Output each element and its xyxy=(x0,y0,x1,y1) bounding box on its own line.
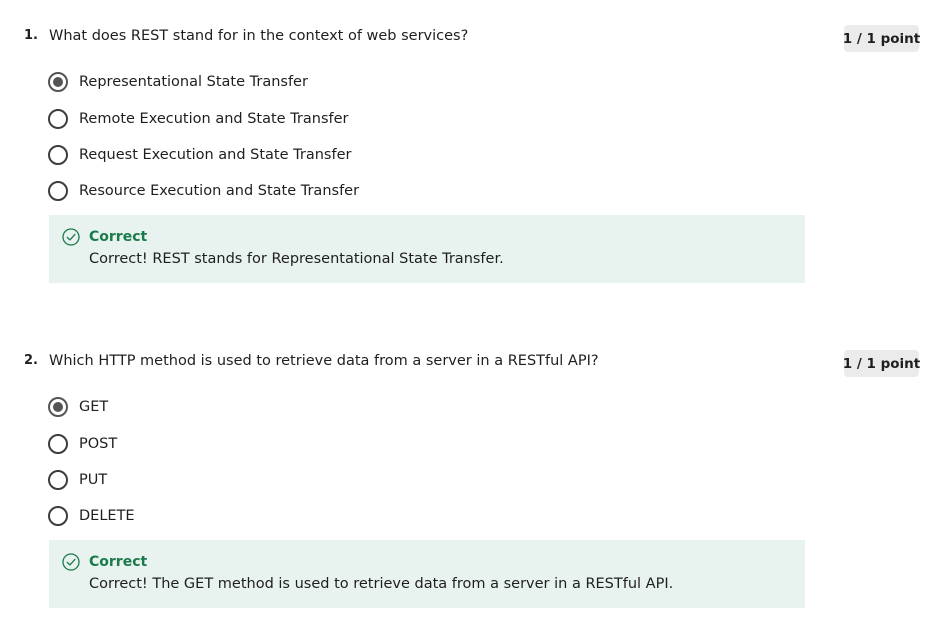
points-label: 1 / 1 point xyxy=(842,30,921,47)
radio-dot xyxy=(53,402,63,412)
radio-button[interactable] xyxy=(48,434,68,454)
feedback-message: Correct! REST stands for Representationa… xyxy=(89,251,504,267)
answer-option[interactable]: GET xyxy=(48,396,108,418)
check-circle-icon xyxy=(62,228,80,246)
feedback-panel: Correct Correct! The GET method is used … xyxy=(49,540,805,608)
answer-option[interactable]: Request Execution and State Transfer xyxy=(48,144,351,166)
question-text: Which HTTP method is used to retrieve da… xyxy=(49,353,599,369)
feedback-panel: Correct Correct! REST stands for Represe… xyxy=(49,215,805,283)
answer-option[interactable]: POST xyxy=(48,433,117,455)
answer-option[interactable]: Remote Execution and State Transfer xyxy=(48,108,349,130)
question-number: 1. xyxy=(24,28,38,43)
radio-button[interactable] xyxy=(48,506,68,526)
answer-option[interactable]: DELETE xyxy=(48,505,135,527)
answer-option[interactable]: Representational State Transfer xyxy=(48,71,308,93)
question-text: What does REST stand for in the context … xyxy=(49,28,469,44)
feedback-message: Correct! The GET method is used to retri… xyxy=(89,576,674,592)
points-badge: 1 / 1 point xyxy=(842,350,921,377)
option-label: Representational State Transfer xyxy=(79,74,308,90)
option-label: Remote Execution and State Transfer xyxy=(79,111,349,127)
question-number: 2. xyxy=(24,353,38,368)
points-badge: 1 / 1 point xyxy=(842,25,921,52)
option-label: POST xyxy=(79,436,118,452)
feedback-status: Correct xyxy=(89,229,148,245)
radio-button-selected[interactable] xyxy=(48,397,68,417)
check-circle-icon xyxy=(62,553,80,571)
answer-option[interactable]: PUT xyxy=(48,469,107,491)
radio-button[interactable] xyxy=(48,145,68,165)
option-label: Resource Execution and State Transfer xyxy=(79,183,360,199)
radio-button[interactable] xyxy=(48,109,68,129)
points-label: 1 / 1 point xyxy=(842,355,921,372)
answer-option[interactable]: Resource Execution and State Transfer xyxy=(48,180,359,202)
feedback-status: Correct xyxy=(89,554,148,570)
radio-button-selected[interactable] xyxy=(48,72,68,92)
option-label: GET xyxy=(79,399,109,415)
option-label: Request Execution and State Transfer xyxy=(79,147,352,163)
option-label: DELETE xyxy=(79,508,135,524)
radio-button[interactable] xyxy=(48,470,68,490)
radio-button[interactable] xyxy=(48,181,68,201)
radio-dot xyxy=(53,77,63,87)
option-label: PUT xyxy=(79,472,108,488)
